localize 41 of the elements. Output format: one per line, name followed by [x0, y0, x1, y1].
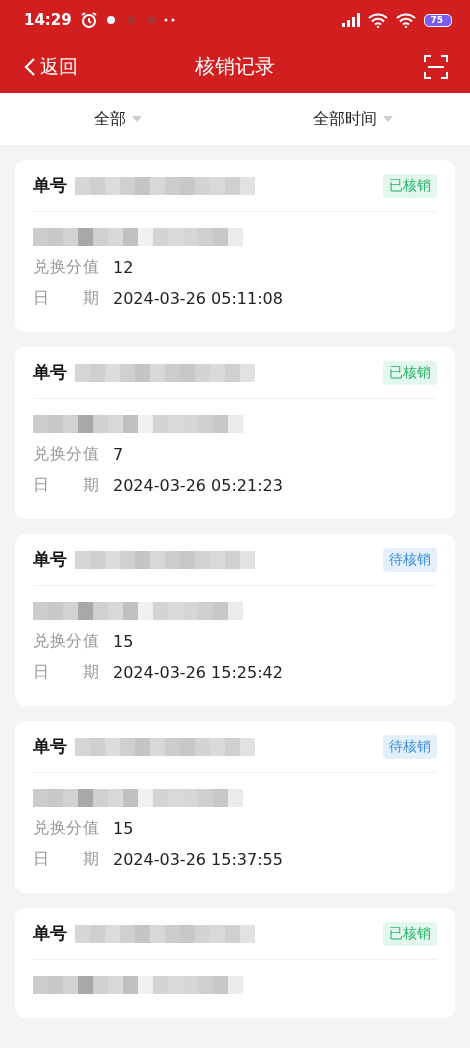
page-title: 核销记录: [195, 53, 275, 80]
field-value: 15: [113, 819, 134, 838]
field-label: 日期: [33, 475, 99, 496]
field-value: 2024-03-26 05:21:23: [113, 476, 283, 495]
status-badge: 已核销: [383, 173, 437, 198]
wifi-icon: [396, 12, 417, 28]
field-value: 2024-03-26 15:25:42: [113, 663, 283, 682]
signal-icon: [342, 13, 361, 27]
back-button[interactable]: 返回: [24, 53, 78, 80]
wifi-icon: [368, 12, 389, 28]
battery-indicator: 75: [424, 13, 452, 27]
alarm-clock-icon: [79, 11, 98, 29]
field-value: 7: [113, 445, 124, 464]
field-value: 15: [113, 632, 134, 651]
dropdown-triangle-icon: [131, 116, 142, 122]
scan-icon[interactable]: [424, 54, 448, 79]
field-label: 兑换分值: [33, 631, 99, 652]
filter-dropdown[interactable]: 全部时间: [306, 107, 399, 131]
clock-time: 14:29: [24, 11, 72, 29]
status-badge: 待核销: [383, 734, 437, 759]
field-label: 日期: [33, 288, 99, 309]
status-badge: 已核销: [383, 921, 437, 946]
status-badge: 已核销: [383, 360, 437, 385]
order-label: 单号: [33, 174, 67, 197]
order-label: 单号: [33, 922, 67, 945]
chevron-left-icon: [24, 56, 36, 77]
order-label: 单号: [33, 361, 67, 384]
field-value: 2024-03-26 15:37:55: [113, 850, 283, 869]
field-label: 兑换分值: [33, 257, 99, 278]
order-label: 单号: [33, 735, 67, 758]
status-badge: 待核销: [383, 547, 437, 572]
order-label: 单号: [33, 548, 67, 571]
field-value: 12: [113, 258, 134, 277]
filter-dropdown[interactable]: 全部: [87, 107, 148, 131]
notification-dots-icon: [105, 15, 176, 25]
field-label: 兑换分值: [33, 444, 99, 465]
field-label: 日期: [33, 849, 99, 870]
dropdown-triangle-icon: [382, 116, 393, 122]
field-label: 日期: [33, 662, 99, 683]
field-label: 兑换分值: [33, 818, 99, 839]
field-value: 2024-03-26 05:11:08: [113, 289, 283, 308]
